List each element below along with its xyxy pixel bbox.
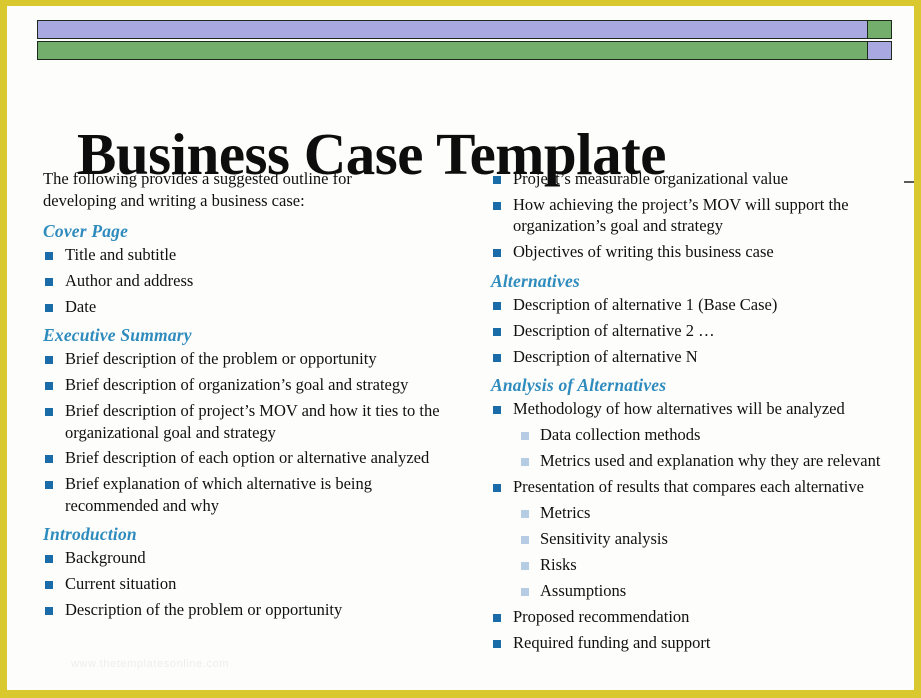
bullet-list-executive-summary: Brief description of the problem or oppo… [35, 348, 459, 516]
slide-page: Business Case Template The following pro… [7, 6, 914, 690]
bullet-list-analysis-of-alternatives: Methodology of how alternatives will be … [481, 398, 914, 653]
list-item: Description of the problem or opportunit… [35, 599, 459, 620]
list-item: Presentation of results that compares ea… [481, 476, 914, 497]
bullet-list-cover-page: Title and subtitle Author and address Da… [35, 244, 459, 317]
list-item-sub: Sensitivity analysis [481, 528, 914, 549]
list-item: Proposed recommendation [481, 606, 914, 627]
bullet-list-introduction: Background Current situation Description… [35, 547, 459, 620]
list-item: Brief description of project’s MOV and h… [35, 400, 459, 443]
list-item-sub: Metrics [481, 502, 914, 523]
list-item-sub: Assumptions [481, 580, 914, 601]
list-item: Methodology of how alternatives will be … [481, 398, 914, 419]
banner-bottom-row [37, 41, 892, 60]
banner-bar-lavender-long [37, 20, 867, 39]
bullet-list-alternatives: Description of alternative 1 (Base Case)… [481, 294, 914, 367]
intro-paragraph: The following provides a suggested outli… [43, 169, 352, 211]
list-item: Required funding and support [481, 632, 914, 653]
list-item: Objectives of writing this business case [481, 241, 914, 262]
decorative-banner [37, 20, 892, 60]
section-heading-analysis-of-alternatives: Analysis of Alternatives [491, 375, 667, 396]
banner-bar-lavender-short [867, 41, 892, 60]
list-item-sub: Data collection methods [481, 424, 914, 445]
list-item: Author and address [35, 270, 459, 291]
list-item: Brief description of each option or alte… [35, 447, 459, 468]
list-item-sub: Metrics used and explanation why they ar… [481, 450, 914, 471]
list-item: Background [35, 547, 459, 568]
list-item: Description of alternative 1 (Base Case) [481, 294, 914, 315]
section-heading-alternatives: Alternatives [491, 270, 580, 291]
list-item: Project’s measurable organizational valu… [481, 168, 914, 189]
banner-bar-green-long [37, 41, 867, 60]
list-item: How achieving the project’s MOV will sup… [481, 194, 914, 237]
list-item-sub: Risks [481, 554, 914, 575]
list-item: Description of alternative 2 … [481, 320, 914, 341]
watermark-text: www.thetemplatesonline.com [71, 658, 230, 670]
right-column: Project’s measurable organizational valu… [481, 168, 914, 684]
banner-bar-green-short [867, 20, 892, 39]
list-item: Current situation [35, 573, 459, 594]
list-item: Title and subtitle [35, 244, 459, 265]
slide-body: The following provides a suggested outli… [35, 168, 914, 684]
slide-canvas: Business Case Template The following pro… [0, 0, 921, 698]
list-item: Brief description of the problem or oppo… [35, 348, 459, 369]
list-item: Brief description of organization’s goal… [35, 374, 459, 395]
list-item: Brief explanation of which alternative i… [35, 473, 459, 516]
bullet-list-continued: Project’s measurable organizational valu… [481, 168, 914, 263]
list-item: Date [35, 296, 459, 317]
list-item: Description of alternative N [481, 346, 914, 367]
section-heading-introduction: Introduction [43, 524, 137, 545]
left-column: The following provides a suggested outli… [35, 168, 459, 684]
banner-top-row [37, 20, 892, 39]
section-heading-executive-summary: Executive Summary [43, 325, 192, 346]
section-heading-cover-page: Cover Page [43, 220, 129, 241]
